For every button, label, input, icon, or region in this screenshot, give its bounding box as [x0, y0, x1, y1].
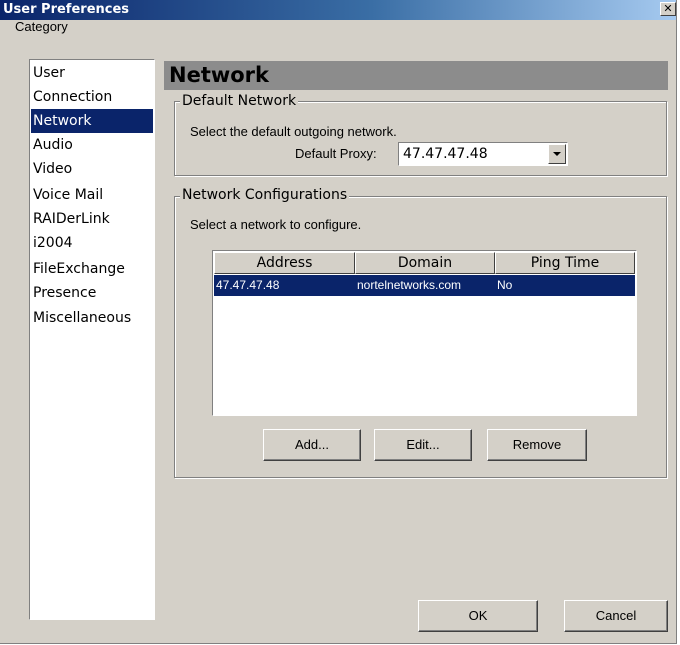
category-item-audio[interactable]: Audio	[31, 133, 153, 157]
default-proxy-select[interactable]: 47.47.47.48	[398, 142, 568, 166]
close-icon[interactable]: ✕	[660, 2, 676, 16]
category-item-raiderlink[interactable]: RAIDerLink	[31, 207, 153, 231]
category-item-network[interactable]: Network	[31, 109, 153, 133]
column-header-domain[interactable]: Domain	[355, 252, 495, 274]
column-header-address[interactable]: Address	[214, 252, 355, 274]
cell-address: 47.47.47.48	[216, 278, 280, 292]
category-list: User Connection Network Audio Video Voic…	[29, 59, 155, 620]
cancel-button[interactable]: Cancel	[564, 600, 668, 632]
chevron-down-icon[interactable]	[548, 144, 566, 164]
category-item-i2004[interactable]: i2004	[31, 231, 153, 255]
default-network-legend: Default Network	[180, 93, 299, 109]
ok-button[interactable]: OK	[418, 600, 538, 632]
cell-domain: nortelnetworks.com	[357, 278, 462, 292]
category-item-user[interactable]: User	[31, 61, 153, 85]
category-label: Category	[15, 19, 68, 34]
column-header-ping-time[interactable]: Ping Time	[495, 252, 635, 274]
category-item-video[interactable]: Video	[31, 157, 153, 181]
remove-button[interactable]: Remove	[487, 429, 587, 461]
table-row[interactable]: 47.47.47.48 nortelnetworks.com No	[214, 275, 635, 296]
category-item-connection[interactable]: Connection	[31, 85, 153, 109]
default-network-description: Select the default outgoing network.	[190, 124, 397, 139]
title-bar[interactable]: User Preferences ✕	[0, 0, 676, 20]
edit-button[interactable]: Edit...	[374, 429, 472, 461]
network-table[interactable]: Address Domain Ping Time 47.47.47.48 nor…	[212, 250, 637, 416]
default-proxy-label: Default Proxy:	[295, 146, 377, 161]
network-configurations-description: Select a network to configure.	[190, 217, 362, 232]
category-item-presence[interactable]: Presence	[31, 281, 153, 305]
default-proxy-value: 47.47.47.48	[403, 146, 488, 162]
category-item-fileexchange[interactable]: FileExchange	[31, 257, 153, 281]
page-title: Network	[164, 61, 668, 90]
preferences-window: User Preferences ✕ Category User Connect…	[0, 0, 677, 644]
category-item-miscellaneous[interactable]: Miscellaneous	[31, 306, 153, 330]
window-title: User Preferences	[3, 2, 130, 17]
network-configurations-legend: Network Configurations	[180, 187, 350, 203]
add-button[interactable]: Add...	[263, 429, 361, 461]
cell-ping-time: No	[497, 278, 513, 292]
category-item-voice-mail[interactable]: Voice Mail	[31, 183, 153, 207]
